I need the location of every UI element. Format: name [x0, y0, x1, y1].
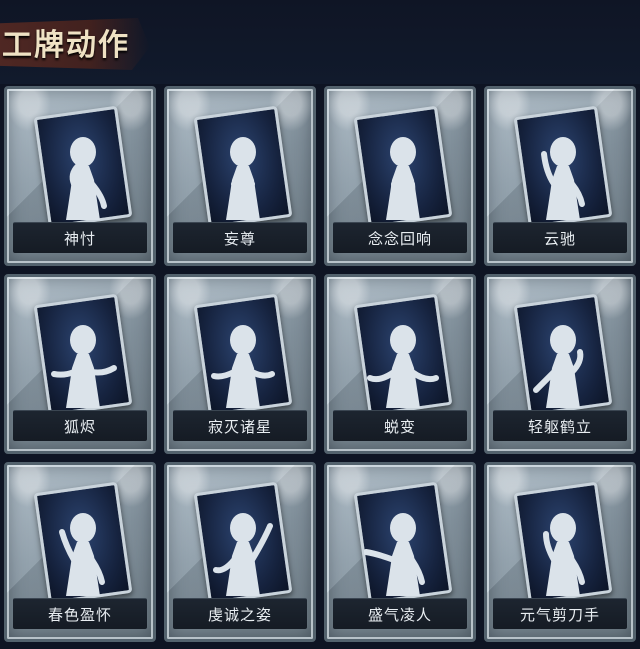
card-label-bar: 狐烬 — [13, 410, 147, 441]
card-label-bar: 妄尊 — [173, 222, 307, 253]
action-card[interactable]: 盛气凌人 — [324, 462, 476, 642]
silhouette-head — [70, 137, 96, 167]
silhouette-portrait-icon — [193, 293, 293, 417]
card-label-bar: 神忖 — [13, 222, 147, 253]
action-card-grid: 神忖 妄尊 念念回响 云驰 狐烬 寂灭诸星 蜕变 轻躯鹤立 春色盈怀 虔诚之姿 … — [4, 86, 636, 646]
card-label: 神忖 — [63, 229, 96, 248]
card-label-bar: 寂灭诸星 — [173, 410, 307, 441]
card-label: 虔诚之姿 — [207, 605, 272, 624]
silhouette-figure — [543, 513, 585, 596]
action-card[interactable]: 念念回响 — [324, 86, 476, 266]
silhouette-figure — [66, 137, 107, 220]
silhouette-portrait-icon — [33, 105, 133, 229]
action-card[interactable]: 春色盈怀 — [4, 462, 156, 642]
header-bar: 工牌动作 — [0, 0, 640, 84]
silhouette-right-arm — [569, 349, 584, 375]
action-card[interactable]: 寂灭诸星 — [164, 274, 316, 454]
action-card[interactable]: 蜕变 — [324, 274, 476, 454]
silhouette-portrait-icon — [513, 481, 613, 605]
card-label: 念念回响 — [367, 229, 432, 248]
card-label-bar: 虔诚之姿 — [173, 598, 307, 629]
card-label: 轻躯鹤立 — [527, 417, 592, 436]
silhouette-head — [390, 137, 416, 167]
card-label-bar: 蜕变 — [333, 410, 467, 441]
silhouette-body — [386, 354, 420, 408]
silhouette-head — [550, 513, 576, 543]
silhouette-portrait-icon — [193, 105, 293, 229]
action-card[interactable]: 狐烬 — [4, 274, 156, 454]
silhouette-left-arm — [543, 531, 557, 563]
action-card[interactable]: 云驰 — [484, 86, 636, 266]
silhouette-head — [70, 513, 96, 543]
silhouette-right-arm — [249, 369, 275, 379]
card-label: 云驰 — [543, 229, 576, 248]
silhouette-portrait-icon — [353, 481, 453, 605]
silhouette-portrait-icon — [353, 293, 453, 417]
silhouette-head — [390, 513, 416, 543]
silhouette-portrait-icon — [33, 293, 133, 417]
silhouette-figure — [541, 137, 585, 220]
silhouette-figure — [226, 137, 260, 220]
card-label: 狐烬 — [63, 417, 96, 436]
card-label: 春色盈怀 — [47, 605, 112, 624]
action-card[interactable]: 元气剪刀手 — [484, 462, 636, 642]
action-card[interactable]: 虔诚之姿 — [164, 462, 316, 642]
silhouette-portrait-icon — [33, 481, 133, 605]
silhouette-left-arm — [364, 549, 397, 563]
silhouette-head — [390, 325, 416, 355]
silhouette-figure — [211, 325, 275, 408]
card-label-bar: 轻躯鹤立 — [493, 410, 627, 441]
silhouette-portrait-icon — [353, 105, 453, 229]
silhouette-figure — [386, 137, 420, 220]
action-card[interactable]: 妄尊 — [164, 86, 316, 266]
silhouette-head — [70, 325, 96, 355]
card-label-bar: 元气剪刀手 — [493, 598, 627, 629]
card-label: 蜕变 — [383, 417, 416, 436]
silhouette-right-arm — [89, 365, 117, 376]
silhouette-figure — [533, 325, 584, 408]
card-label: 元气剪刀手 — [519, 605, 600, 624]
card-label-bar: 春色盈怀 — [13, 598, 147, 629]
action-card[interactable]: 轻躯鹤立 — [484, 274, 636, 454]
silhouette-head — [550, 325, 576, 355]
card-label-bar: 念念回响 — [333, 222, 467, 253]
silhouette-figure — [364, 513, 425, 596]
silhouette-portrait-icon — [513, 293, 613, 417]
card-label-bar: 盛气凌人 — [333, 598, 467, 629]
silhouette-head — [230, 325, 256, 355]
silhouette-right-arm — [409, 369, 439, 383]
silhouette-head — [230, 513, 256, 543]
silhouette-body — [226, 354, 260, 408]
page-title: 工牌动作 — [2, 28, 130, 63]
silhouette-left-arm — [50, 369, 77, 378]
silhouette-left-arm — [367, 369, 397, 383]
action-card[interactable]: 神忖 — [4, 86, 156, 266]
silhouette-left-arm — [211, 369, 237, 380]
silhouette-figure — [50, 325, 117, 408]
silhouette-figure — [213, 513, 273, 596]
silhouette-head — [550, 137, 576, 167]
silhouette-body — [546, 354, 580, 408]
card-label: 寂灭诸星 — [207, 417, 272, 436]
card-label: 盛气凌人 — [367, 605, 432, 624]
silhouette-figure — [367, 325, 439, 408]
silhouette-portrait-icon — [513, 105, 613, 229]
silhouette-body — [66, 354, 100, 408]
card-label: 妄尊 — [223, 229, 256, 248]
card-label-bar: 云驰 — [493, 222, 627, 253]
silhouette-figure — [59, 513, 105, 596]
silhouette-head — [230, 137, 256, 167]
silhouette-portrait-icon — [193, 481, 293, 605]
